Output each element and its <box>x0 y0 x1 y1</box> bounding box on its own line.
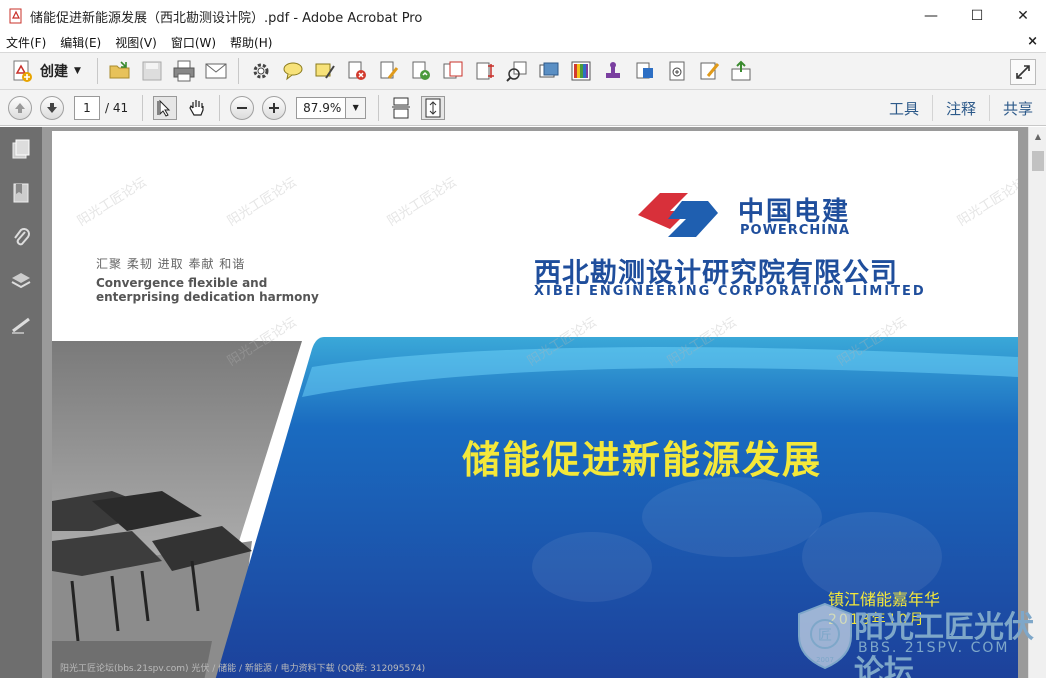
stamp-icon[interactable] <box>601 59 625 83</box>
create-pdf-icon <box>13 60 32 82</box>
main-toolbar: 创建 ▼ <box>0 52 1046 90</box>
protect-icon[interactable] <box>633 59 657 83</box>
search-compare-icon[interactable] <box>505 59 529 83</box>
minimize-icon: — <box>924 8 938 24</box>
close-document-button[interactable]: × <box>1027 34 1038 49</box>
save-icon[interactable] <box>140 59 164 83</box>
document-area[interactable]: 汇聚 柔韧 进取 奉献 和谐 Convergence flexible and … <box>42 127 1028 678</box>
navigation-pane <box>0 127 42 678</box>
scroll-mode-icon[interactable] <box>389 96 413 120</box>
navigation-toolbar: 1 / 41 87.9% ▼ 工具 注释 共享 <box>0 90 1046 126</box>
toolbar-divider <box>142 94 144 121</box>
menu-window[interactable]: 窗口(W) <box>164 34 223 51</box>
chevron-down-icon[interactable]: ▼ <box>346 96 367 119</box>
create-button[interactable]: 创建 ▼ <box>10 59 81 83</box>
expand-button[interactable] <box>1010 59 1036 85</box>
bookmark-icon[interactable] <box>0 171 42 215</box>
pages-icon[interactable] <box>0 127 42 171</box>
menu-file[interactable]: 文件(F) <box>0 34 53 51</box>
menu-view[interactable]: 视图(V) <box>108 34 164 51</box>
slogan: 汇聚 柔韧 进取 奉献 和谐 Convergence flexible and … <box>96 255 319 304</box>
menu-edit[interactable]: 编辑(E) <box>53 34 108 51</box>
close-button[interactable]: ✕ <box>1000 0 1046 32</box>
maximize-button[interactable]: ☐ <box>954 0 1000 32</box>
page-number-input[interactable]: 1 <box>74 95 100 120</box>
color-bars-icon[interactable] <box>569 59 593 83</box>
powerchina-logo <box>638 193 718 237</box>
create-label: 创建 <box>40 64 68 80</box>
expand-icon <box>1016 65 1030 79</box>
vertical-scrollbar[interactable]: ▲ <box>1028 127 1046 678</box>
watermark: 阳光工匠论坛 <box>225 175 300 230</box>
zoom-select[interactable]: 87.9% ▼ <box>296 96 367 119</box>
layers-icon[interactable] <box>0 259 42 303</box>
tab-comment[interactable]: 注释 <box>931 95 989 121</box>
maximize-icon: ☐ <box>970 8 984 24</box>
zoom-out-button[interactable] <box>230 95 255 120</box>
plus-icon <box>269 102 280 113</box>
slide-title: 储能促进新能源发展 <box>462 438 823 482</box>
toolbar-divider <box>219 94 221 121</box>
toolbar-divider <box>96 58 98 84</box>
tab-share[interactable]: 共享 <box>988 95 1046 121</box>
hand-tool-icon[interactable] <box>185 96 209 120</box>
attachment-icon[interactable] <box>0 215 42 259</box>
footer-text: 阳光工匠论坛(bbs.21spv.com) 光伏 / 储能 / 新能源 / 电力… <box>60 664 426 674</box>
scroll-up-icon[interactable]: ▲ <box>1029 127 1046 145</box>
brand-name-english: POWERCHINA <box>740 223 851 238</box>
corporation-name-english: XIBEI ENGINEERING CORPORATION LIMITED <box>534 284 926 299</box>
page-total: / 41 <box>105 100 129 115</box>
fit-page-icon[interactable] <box>421 95 446 120</box>
tab-tools[interactable]: 工具 <box>876 95 932 121</box>
pdf-page: 汇聚 柔韧 进取 奉献 和谐 Convergence flexible and … <box>52 131 1018 678</box>
combine-icon[interactable] <box>537 59 561 83</box>
add-file-icon[interactable] <box>665 59 689 83</box>
slogan-english-line-1: Convergence flexible and <box>96 276 268 290</box>
slogan-chinese: 汇聚 柔韧 进取 奉献 和谐 <box>96 257 246 271</box>
sign-icon[interactable] <box>697 59 721 83</box>
watermark: 阳光工匠论坛 <box>955 175 1018 230</box>
menu-bar: 文件(F) 编辑(E) 视图(V) 窗口(W) 帮助(H) × <box>0 32 1046 52</box>
minus-icon <box>237 106 248 109</box>
highlight-icon[interactable] <box>313 59 337 83</box>
slogan-english-line-2: enterprising dedication harmony <box>96 290 319 304</box>
zoom-value[interactable]: 87.9% <box>296 96 347 119</box>
zoom-in-button[interactable] <box>262 95 287 120</box>
arrow-down-icon <box>47 102 57 113</box>
forum-url: BBS. 21SPV. COM <box>858 640 1010 656</box>
toolbar-divider <box>378 94 380 121</box>
delete-pages-icon[interactable] <box>345 59 369 83</box>
next-page-button[interactable] <box>40 95 64 120</box>
crop-icon[interactable] <box>473 59 497 83</box>
watermark: 阳光工匠论坛 <box>75 175 150 230</box>
select-tool-icon[interactable] <box>153 95 178 120</box>
print-icon[interactable] <box>172 59 196 83</box>
toolbar-divider <box>237 58 239 84</box>
export-icon[interactable] <box>729 59 753 83</box>
minimize-button[interactable]: — <box>908 0 954 32</box>
edit-document-icon[interactable] <box>377 59 401 83</box>
watermark: 阳光工匠论坛 <box>385 175 460 230</box>
window-title: 储能促进新能源发展（西北勘测设计院）.pdf - Adobe Acrobat P… <box>30 10 423 26</box>
settings-icon[interactable] <box>249 59 273 83</box>
scroll-thumb[interactable] <box>1032 151 1044 171</box>
menu-help[interactable]: 帮助(H) <box>223 34 279 51</box>
signature-icon[interactable] <box>0 303 42 347</box>
previous-page-button[interactable] <box>8 95 32 120</box>
close-icon: ✕ <box>1017 8 1029 24</box>
extract-pages-icon[interactable] <box>441 59 465 83</box>
open-folder-icon[interactable] <box>108 59 132 83</box>
email-icon[interactable] <box>204 59 228 83</box>
title-bar: 储能促进新能源发展（西北勘测设计院）.pdf - Adobe Acrobat P… <box>0 0 1046 32</box>
chevron-down-icon: ▼ <box>74 66 81 76</box>
arrow-up-icon <box>15 102 25 113</box>
comment-icon[interactable] <box>281 59 305 83</box>
rotate-icon[interactable] <box>409 59 433 83</box>
pdf-file-icon <box>9 8 22 24</box>
